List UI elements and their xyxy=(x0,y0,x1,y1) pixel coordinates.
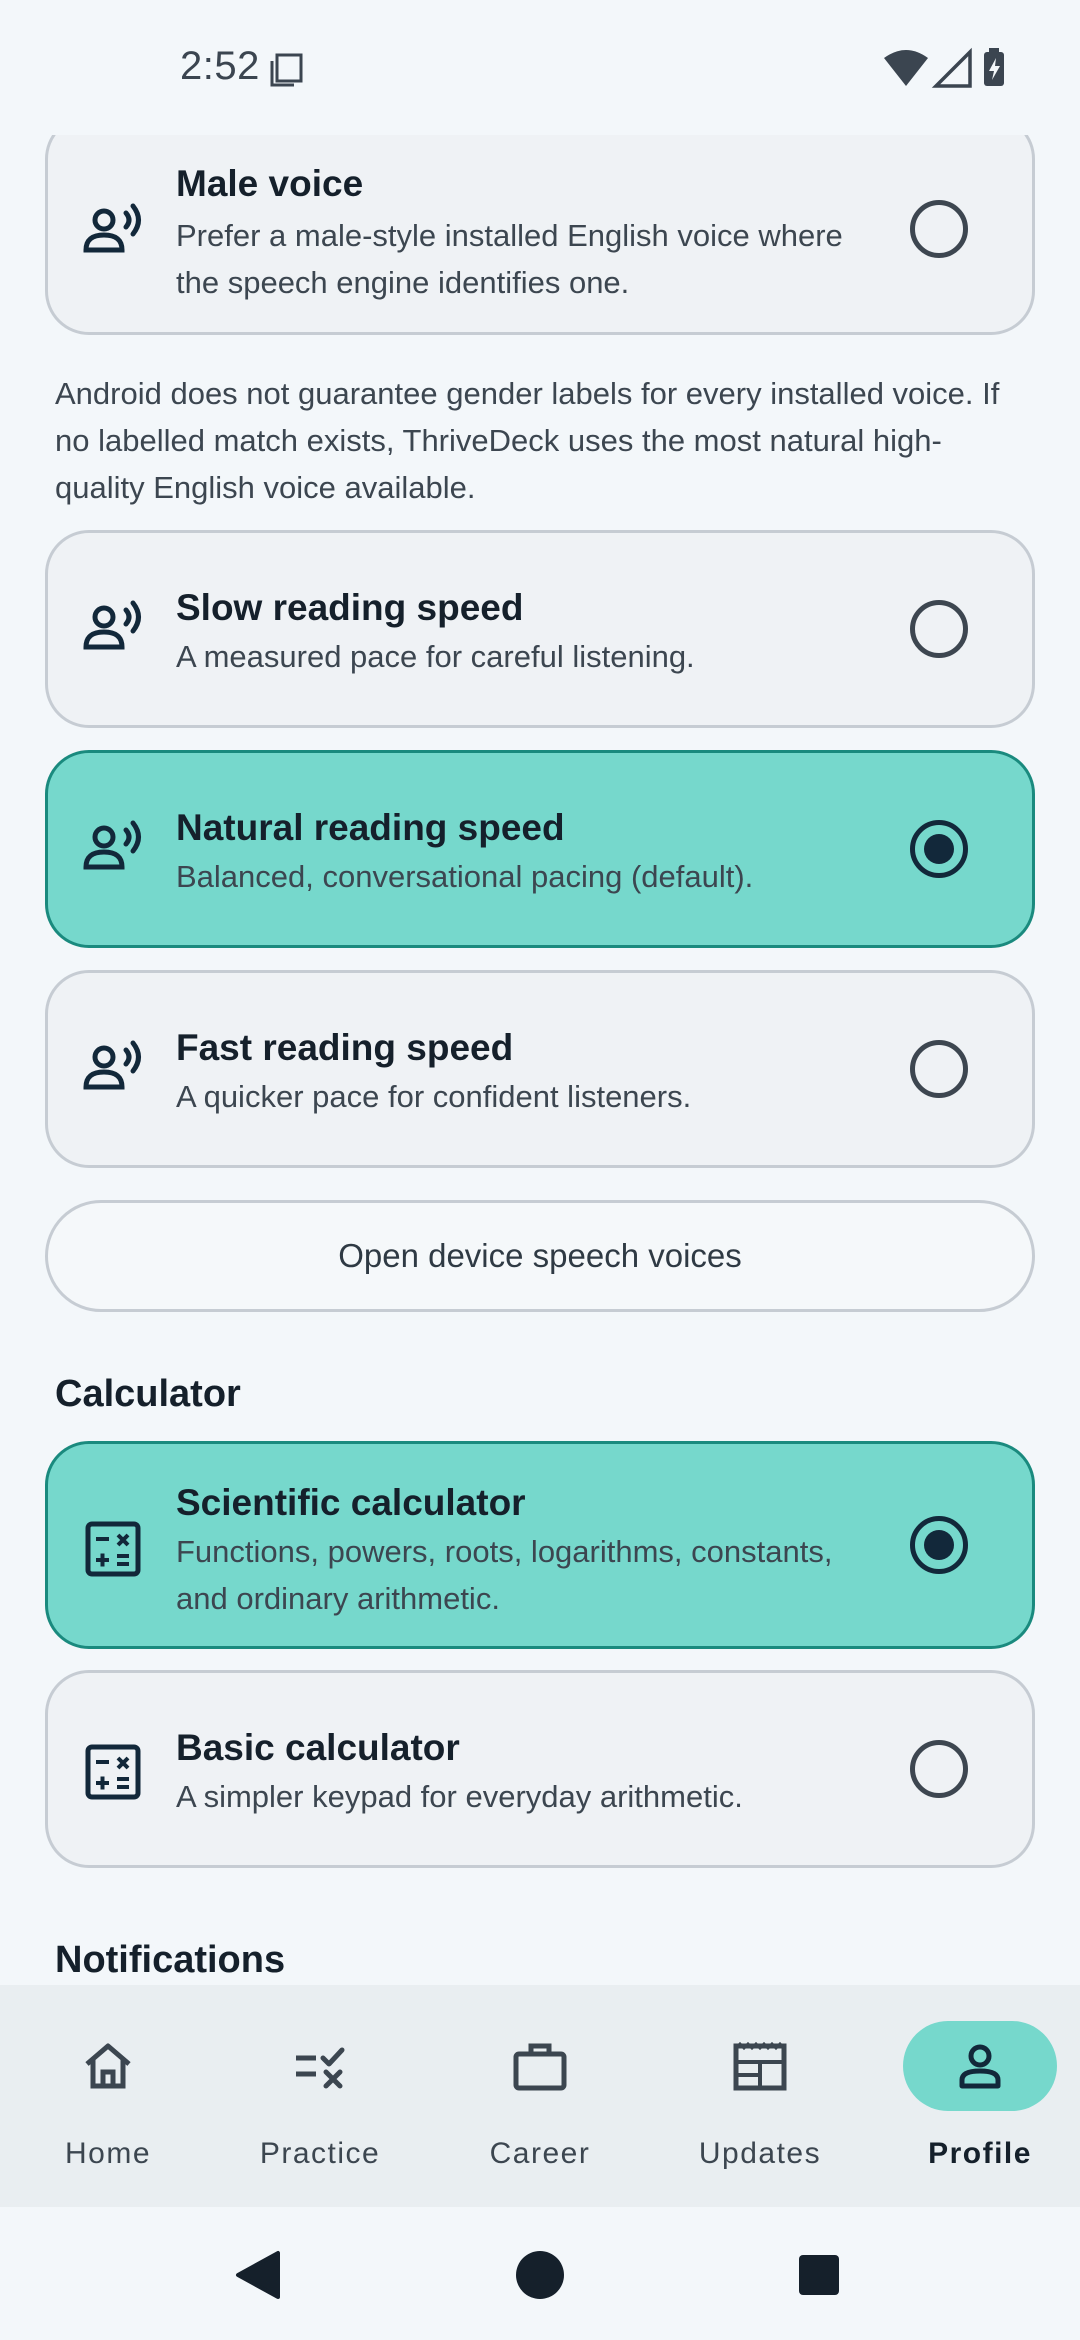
option-subtitle: A simpler keypad for everyday arithmetic… xyxy=(176,1779,743,1814)
nav-updates[interactable]: Updates xyxy=(652,1985,868,2207)
nav-label: Practice xyxy=(259,2137,381,2170)
nav-home[interactable]: Home xyxy=(0,1985,216,2207)
option-subtitle: Functions, powers, roots, logarithms, co… xyxy=(176,1534,833,1616)
nav-label: Career xyxy=(489,2137,591,2170)
voice-icon xyxy=(83,203,141,253)
radio-button[interactable] xyxy=(910,200,968,258)
option-title: Male voice xyxy=(176,163,364,204)
cell-signal-icon xyxy=(931,47,972,88)
wifi-icon xyxy=(884,50,928,86)
speed-option-natural[interactable]: Natural reading speed Balanced, conversa… xyxy=(45,750,1035,948)
speed-option-slow[interactable]: Slow reading speed A measured pace for c… xyxy=(45,530,1035,728)
radio-button-selected[interactable] xyxy=(910,820,968,878)
nav-label: Profile xyxy=(928,2137,1032,2170)
option-title: Scientific calculator xyxy=(176,1482,526,1523)
nav-profile[interactable]: Profile xyxy=(872,1985,1080,2207)
option-subtitle: A quicker pace for confident listeners. xyxy=(176,1079,692,1114)
battery-icon xyxy=(984,48,1004,86)
calculator-option-scientific[interactable]: Scientific calculator Functions, powers,… xyxy=(45,1441,1035,1649)
home-gesture-icon[interactable] xyxy=(514,2249,566,2301)
radio-button-selected[interactable] xyxy=(910,1516,968,1574)
nav-career[interactable]: Career xyxy=(432,1985,648,2207)
status-bar: 2:52 xyxy=(0,0,1080,135)
status-icons xyxy=(884,47,1004,88)
voice-note: Android does not guarantee gender labels… xyxy=(55,376,1000,505)
sim-card-icon xyxy=(270,53,303,87)
nav-practice[interactable]: Practice xyxy=(212,1985,428,2207)
newspaper-icon xyxy=(733,2041,787,2091)
option-title: Slow reading speed xyxy=(176,587,524,628)
option-title: Fast reading speed xyxy=(176,1027,514,1068)
status-time: 2:52 xyxy=(180,44,260,88)
open-speech-voices-button[interactable]: Open device speech voices xyxy=(45,1200,1035,1312)
practice-icon xyxy=(296,2047,345,2089)
radio-button[interactable] xyxy=(910,600,968,658)
nav-label: Updates xyxy=(698,2137,822,2170)
option-title: Natural reading speed xyxy=(176,807,565,848)
bottom-navigation: Home Practice Career Updates Profile xyxy=(0,1985,1080,2207)
person-icon xyxy=(959,2044,1001,2089)
option-subtitle: A measured pace for careful listening. xyxy=(176,639,695,674)
voice-option-male[interactable]: Male voice Prefer a male-style installed… xyxy=(45,135,1035,335)
screen: 2:52 Male voice Prefer a male-style inst… xyxy=(0,0,1080,2340)
option-title: Basic calculator xyxy=(176,1727,460,1768)
radio-button[interactable] xyxy=(910,1740,968,1798)
system-navigation-bar xyxy=(0,2207,1080,2340)
calculator-option-basic[interactable]: Basic calculator A simpler keypad for ev… xyxy=(45,1670,1035,1868)
calculator-icon xyxy=(85,1744,141,1800)
recents-icon[interactable] xyxy=(797,2253,841,2297)
nav-label: Home xyxy=(64,2137,152,2170)
calculator-heading: Calculator xyxy=(55,1373,241,1415)
calculator-icon xyxy=(85,1521,141,1577)
settings-content[interactable]: Male voice Prefer a male-style installed… xyxy=(0,135,1080,1985)
voice-icon xyxy=(83,1040,141,1090)
radio-button[interactable] xyxy=(910,1040,968,1098)
notifications-heading: Notifications xyxy=(55,1939,286,1981)
back-icon[interactable] xyxy=(232,2249,284,2301)
briefcase-icon xyxy=(513,2043,567,2091)
voice-icon xyxy=(83,820,141,870)
option-subtitle: Prefer a male-style installed English vo… xyxy=(176,218,843,300)
option-subtitle: Balanced, conversational pacing (default… xyxy=(176,859,754,894)
speed-option-fast[interactable]: Fast reading speed A quicker pace for co… xyxy=(45,970,1035,1168)
voice-icon xyxy=(83,600,141,650)
home-icon xyxy=(85,2043,131,2089)
